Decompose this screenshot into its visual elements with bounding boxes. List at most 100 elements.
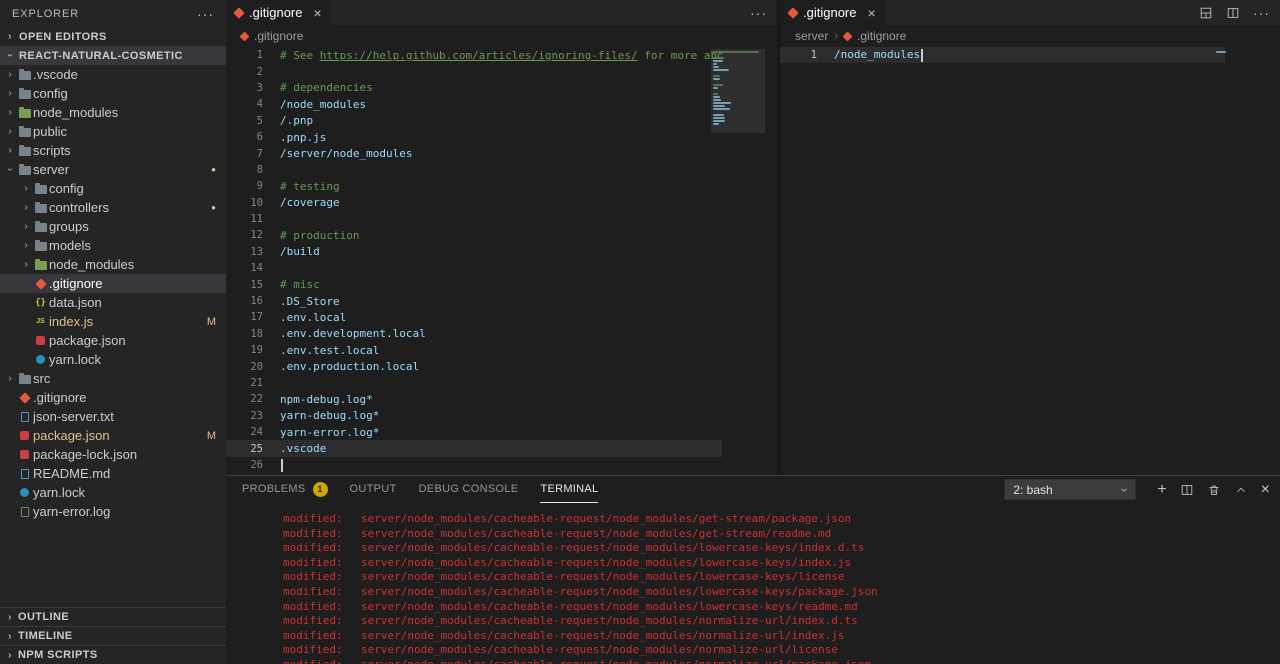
tree-item-node-modules[interactable]: › node_modules <box>0 103 226 122</box>
tab-gitignore-server[interactable]: .gitignore × <box>780 0 885 25</box>
tree-item-public[interactable]: › public <box>0 122 226 141</box>
code-editor-left[interactable]: 1 # See https://help.github.com/articles/… <box>226 47 777 475</box>
tab-label: .gitignore <box>803 5 857 20</box>
panel-tab-debug-console[interactable]: DEBUG CONSOLE <box>419 476 519 503</box>
tree-item-label: controllers <box>49 200 109 215</box>
code-line-15[interactable]: 15 # misc <box>226 276 722 292</box>
tree-item-node-modules[interactable]: › node_modules <box>0 255 226 274</box>
code-line-22[interactable]: 22 npm-debug.log* <box>226 391 722 407</box>
code-line-21[interactable]: 21 <box>226 375 722 391</box>
tree-item-vscode[interactable]: › .vscode <box>0 65 226 84</box>
git-status-label: modified: <box>283 599 343 613</box>
tree-item-json-server-txt[interactable]: json-server.txt <box>0 407 226 426</box>
tabbar-left: .gitignore × ··· <box>226 0 777 25</box>
tree-item-server[interactable]: › server ● <box>0 160 226 179</box>
tree-item-yarn-lock[interactable]: yarn.lock <box>0 350 226 369</box>
terminal-shell-select[interactable]: 2: bash <box>1004 479 1137 500</box>
code-line-4[interactable]: 4/node_modules <box>226 96 722 112</box>
tree-item-package-json[interactable]: package.json M <box>0 426 226 445</box>
file-icon-wrap <box>16 450 33 459</box>
code-line-7[interactable]: 7/server/node_modules <box>226 145 722 161</box>
breadcrumb[interactable]: .gitignore <box>226 25 777 47</box>
code-line-2[interactable]: 2 <box>226 63 722 79</box>
minimap-line <box>713 96 721 98</box>
code-line-17[interactable]: 17 .env.local <box>226 309 722 325</box>
panel-tab-output[interactable]: OUTPUT <box>350 476 397 503</box>
code-line-8[interactable]: 8 <box>226 162 722 178</box>
line-number: 1 <box>256 49 263 62</box>
code-line-1[interactable]: 1/node_modules <box>780 47 1225 64</box>
more-actions-icon[interactable]: ··· <box>197 6 214 22</box>
code-line-9[interactable]: 9 # testing <box>226 178 722 194</box>
tree-item-gitignore[interactable]: .gitignore <box>0 274 226 293</box>
token-entry: /node_modules <box>280 97 367 111</box>
code-line-1[interactable]: 1 # See https://help.github.com/articles/… <box>226 47 722 63</box>
tree-item-scripts[interactable]: › scripts <box>0 141 226 160</box>
close-panel-icon[interactable]: × <box>1261 481 1270 498</box>
tree-item-controllers[interactable]: › controllers ● <box>0 198 226 217</box>
line-number: 1 <box>810 49 817 62</box>
kill-terminal-icon[interactable] <box>1207 483 1221 497</box>
tree-item-config[interactable]: › config <box>0 84 226 103</box>
sidebar-bottom-sections: › OUTLINE › TIMELINE › NPM SCRIPTS <box>0 607 226 664</box>
more-actions-icon[interactable]: ··· <box>1253 5 1270 21</box>
split-editor-icon[interactable] <box>1226 6 1240 20</box>
sidebar-section-timeline[interactable]: › TIMELINE <box>0 626 226 645</box>
breadcrumb-item-gitignore[interactable]: .gitignore <box>857 29 906 43</box>
tab-gitignore-root[interactable]: .gitignore × <box>226 0 331 25</box>
sidebar-section-outline[interactable]: › OUTLINE <box>0 607 226 626</box>
token-entry: npm-debug.log* <box>280 392 373 406</box>
code-line-26[interactable]: 26 <box>226 457 722 473</box>
code-line-16[interactable]: 16 .DS_Store <box>226 293 722 309</box>
code-line-13[interactable]: 13/build <box>226 244 722 260</box>
code-line-25[interactable]: 25 .vscode <box>226 440 722 457</box>
breadcrumb[interactable]: server › .gitignore <box>780 25 1280 47</box>
tree-item-yarn-lock[interactable]: yarn.lock <box>0 483 226 502</box>
split-terminal-icon[interactable] <box>1180 483 1194 497</box>
code-line-5[interactable]: 5 /.pnp <box>226 113 722 129</box>
code-line-20[interactable]: 20 .env.production.local <box>226 358 722 374</box>
tree-item-package-lock-json[interactable]: package-lock.json <box>0 445 226 464</box>
maximize-panel-icon[interactable] <box>1234 483 1248 497</box>
open-editors-section[interactable]: › OPEN EDITORS <box>0 27 226 46</box>
tree-item-models[interactable]: › models <box>0 236 226 255</box>
breadcrumb-item-gitignore[interactable]: .gitignore <box>254 29 303 43</box>
tree-item-index-js[interactable]: JS index.js M <box>0 312 226 331</box>
editor-layout-icon[interactable] <box>1199 6 1213 20</box>
workspace-section[interactable]: › REACT-NATURAL-COSMETIC <box>0 46 226 65</box>
code-line-14[interactable]: 14 <box>226 260 722 276</box>
code-line-12[interactable]: 12 # production <box>226 227 722 243</box>
code-line-18[interactable]: 18 .env.development.local <box>226 326 722 342</box>
code-line-11[interactable]: 11 <box>226 211 722 227</box>
close-icon[interactable]: × <box>313 6 321 20</box>
code-line-24[interactable]: 24 yarn-error.log* <box>226 424 722 440</box>
token-comment: # dependencies <box>280 81 373 95</box>
tree-item-groups[interactable]: › groups <box>0 217 226 236</box>
breadcrumb-item-server[interactable]: server <box>795 29 828 43</box>
tree-item-label: public <box>33 124 67 139</box>
sidebar-section-npm-scripts[interactable]: › NPM SCRIPTS <box>0 645 226 664</box>
code-editor-right[interactable]: 1/node_modules <box>780 47 1280 475</box>
new-terminal-icon[interactable]: + <box>1157 481 1166 498</box>
tree-item-data-json[interactable]: {} data.json <box>0 293 226 312</box>
panel-tab-problems[interactable]: PROBLEMS 1 <box>242 476 328 503</box>
close-icon[interactable]: × <box>867 6 875 20</box>
minimap[interactable] <box>1214 47 1266 475</box>
code-line-19[interactable]: 19 .env.test.local <box>226 342 722 358</box>
git-status-path: server/node_modules/cacheable-request/no… <box>361 555 852 569</box>
tab-actions-left: ··· <box>750 0 777 25</box>
tree-item-package-json[interactable]: package.json <box>0 331 226 350</box>
tree-item-src[interactable]: › src <box>0 369 226 388</box>
code-line-23[interactable]: 23 yarn-debug.log* <box>226 408 722 424</box>
tree-item-gitignore[interactable]: .gitignore <box>0 388 226 407</box>
code-line-10[interactable]: 10/coverage <box>226 195 722 211</box>
terminal-output[interactable]: modified: server/node_modules/cacheable-r… <box>226 503 1280 664</box>
panel-tab-terminal[interactable]: TERMINAL <box>540 476 599 503</box>
tree-item-config[interactable]: › config <box>0 179 226 198</box>
minimap[interactable] <box>711 47 765 475</box>
tree-item-readme-md[interactable]: README.md <box>0 464 226 483</box>
code-line-3[interactable]: 3 # dependencies <box>226 80 722 96</box>
tree-item-yarn-error-log[interactable]: yarn-error.log <box>0 502 226 521</box>
more-actions-icon[interactable]: ··· <box>750 5 767 21</box>
code-line-6[interactable]: 6 .pnp.js <box>226 129 722 145</box>
